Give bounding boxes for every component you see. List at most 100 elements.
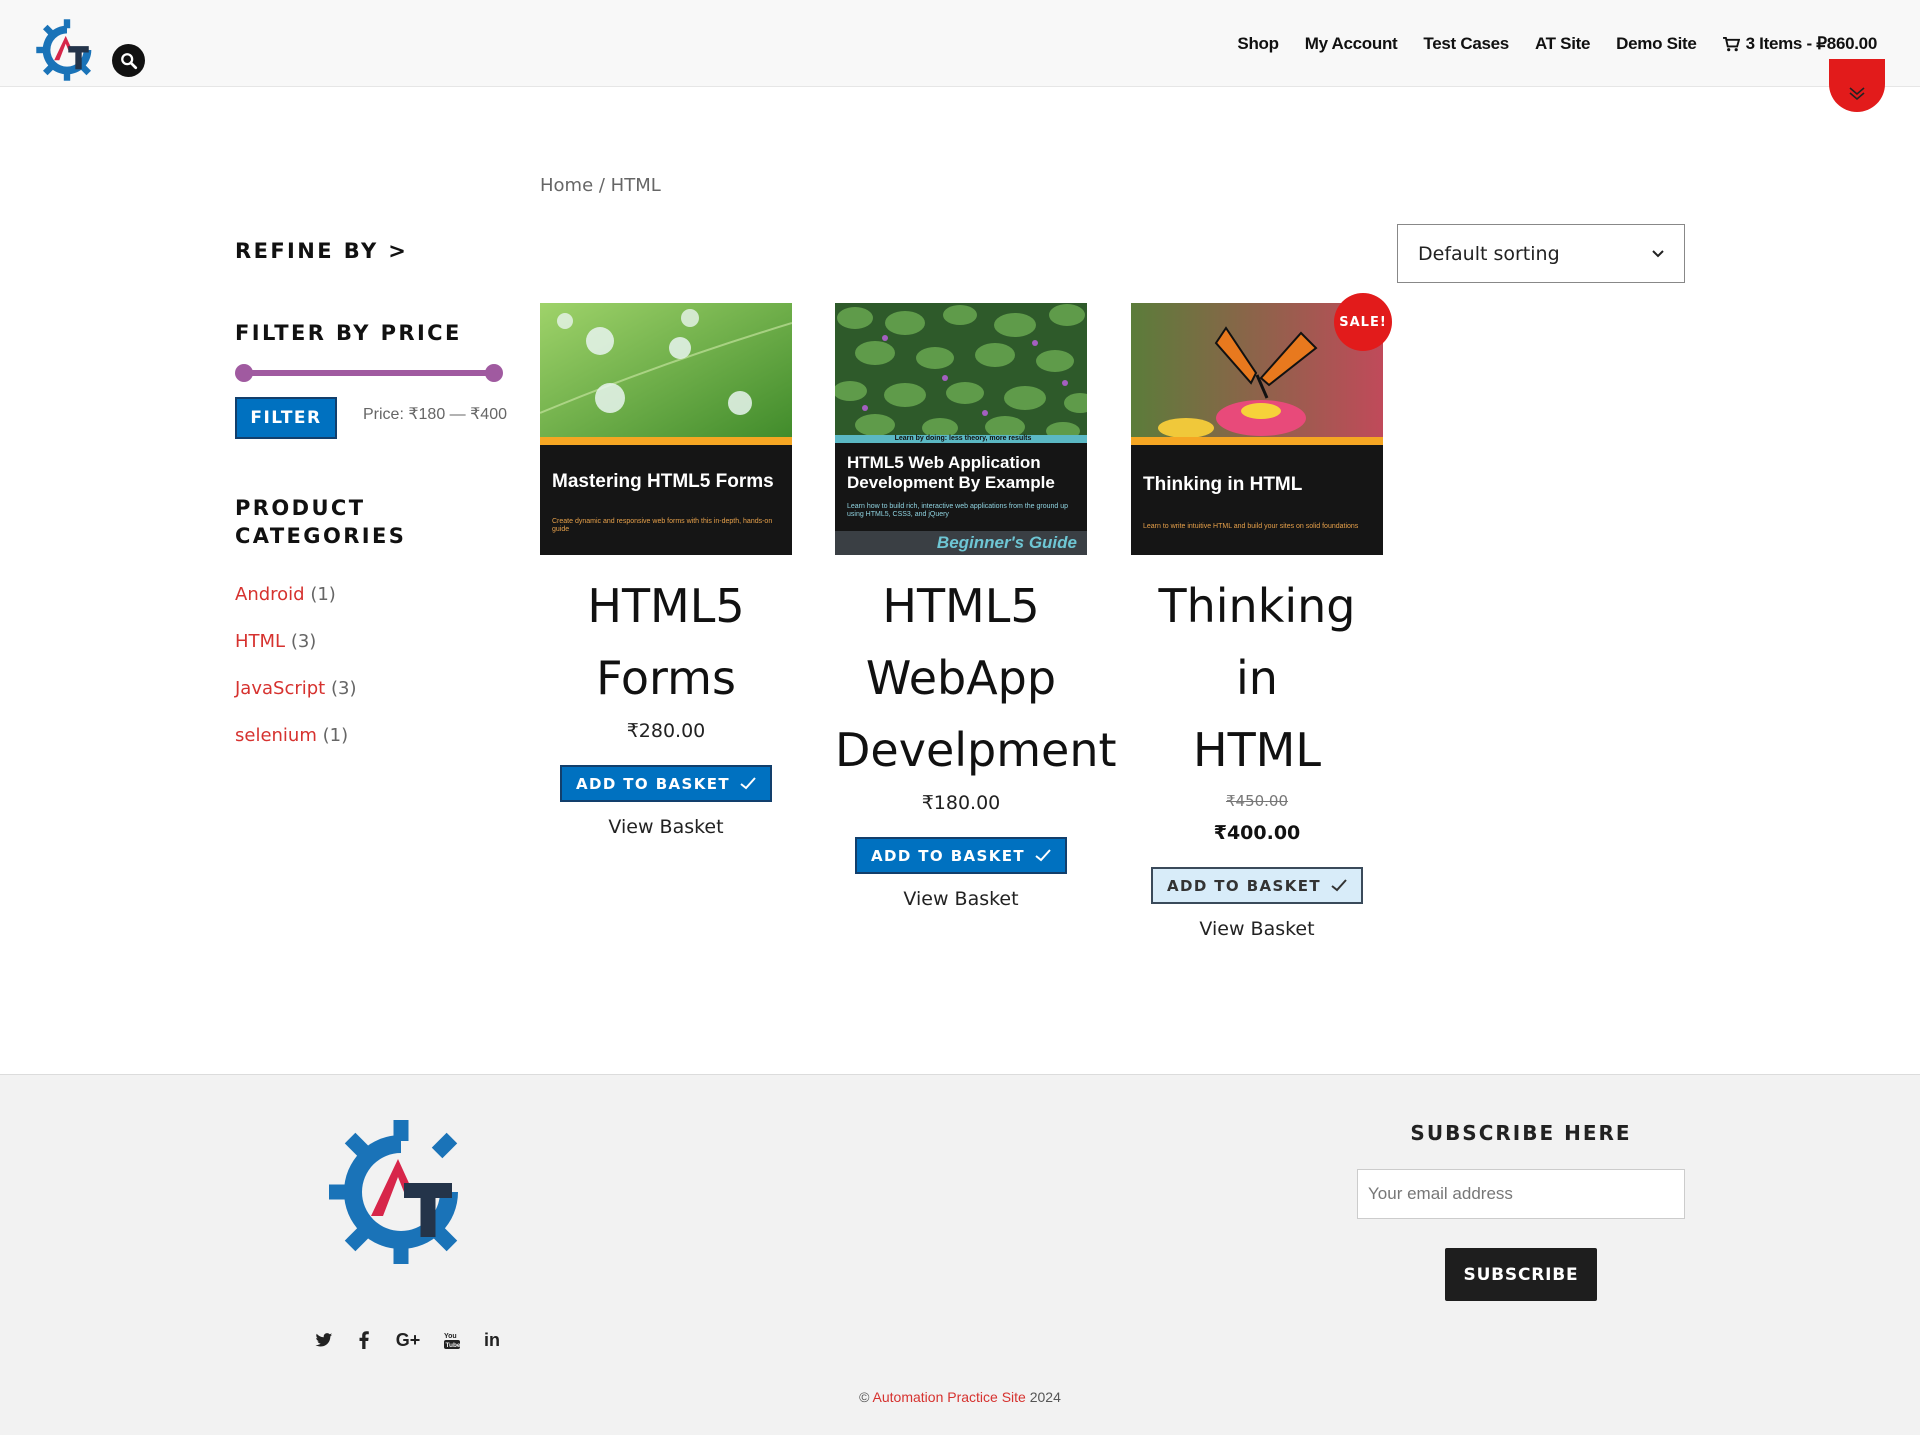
add-to-basket-label: ADD TO BASKET [870, 846, 1026, 865]
twitter-icon[interactable] [314, 1329, 334, 1351]
nav-test-cases[interactable]: Test Cases [1423, 34, 1509, 54]
product-price: ₹180.00 [921, 792, 1001, 814]
search-icon [120, 52, 137, 69]
list-item: selenium (1) [235, 724, 356, 771]
cover-title: HTML5 Web Application Development By Exa… [847, 453, 1055, 492]
refine-by-heading: REFINE BY > [235, 239, 409, 263]
product-card-html5-forms: Mastering HTML5 Forms Create dynamic and… [540, 303, 792, 838]
cover-subtitle: Create dynamic and responsive web forms … [552, 518, 773, 533]
nav-my-account[interactable]: My Account [1305, 34, 1398, 54]
view-basket-link[interactable]: View Basket [540, 816, 792, 838]
price-slider-min-handle[interactable] [235, 364, 253, 382]
scroll-down-button[interactable] [1829, 59, 1885, 112]
product-title-line: HTML5 [587, 579, 745, 633]
view-basket-link[interactable]: View Basket [835, 888, 1087, 910]
breadcrumb[interactable]: Home / HTML [540, 175, 661, 196]
product-image-html5-forms[interactable]: Mastering HTML5 Forms Create dynamic and… [540, 303, 792, 555]
cover-subtitle: Learn to write intuitive HTML and build … [1143, 523, 1359, 530]
chevron-double-down-icon [1849, 87, 1865, 101]
category-link-android[interactable]: Android [235, 584, 305, 605]
category-count: (3) [330, 678, 357, 699]
cover-title: Mastering HTML5 Forms [552, 471, 774, 492]
category-link-javascript[interactable]: JavaScript [235, 678, 325, 699]
filter-button[interactable]: FILTER [235, 397, 337, 439]
nav-at-site[interactable]: AT Site [1535, 34, 1591, 54]
product-title-line: Develpment [835, 723, 1117, 777]
price-range-label: Price: ₹180 — ₹400 [363, 406, 507, 423]
sale-badge: SALE! [1334, 293, 1392, 351]
add-to-basket-label: ADD TO BASKET [575, 774, 731, 793]
list-item: Android (1) [235, 583, 356, 630]
product-sale-price: ₹400.00 [1213, 822, 1301, 844]
search-button[interactable] [112, 44, 145, 77]
cover-art-leaf [540, 303, 792, 443]
copyright-year: 2024 [1029, 1389, 1061, 1405]
category-link-html[interactable]: HTML [235, 631, 285, 652]
product-title[interactable]: HTML5 WebApp Develpment [835, 570, 1117, 786]
category-list: Android (1) HTML (3) JavaScript (3) sele… [235, 583, 356, 771]
product-price: ₹280.00 [626, 720, 706, 742]
product-categories-heading: PRODUCT CATEGORIES [235, 494, 406, 550]
cover-title: Thinking in HTML [1143, 474, 1303, 495]
svg-text:Tube: Tube [446, 1342, 461, 1349]
view-basket-link[interactable]: View Basket [1131, 918, 1383, 940]
cart-icon [1722, 36, 1740, 51]
sorting-select[interactable]: Default sorting [1397, 224, 1685, 283]
cart-link[interactable]: 3 Items - ₽860.00 [1722, 34, 1878, 54]
sorting-selected-value: Default sorting [1418, 242, 1560, 265]
price-slider-track[interactable] [243, 370, 493, 376]
product-old-price: ₹450.00 [1225, 792, 1289, 810]
subscribe-button[interactable]: SUBSCRIBE [1445, 1248, 1597, 1301]
main-nav: Shop My Account Test Cases AT Site Demo … [1237, 34, 1877, 54]
email-field[interactable] [1357, 1169, 1685, 1219]
product-title-line: HTML [1192, 723, 1321, 777]
google-plus-icon[interactable]: G+ [394, 1329, 422, 1351]
linkedin-icon[interactable]: in [482, 1329, 502, 1351]
cover-top-text: Learn by doing: less theory, more result… [894, 435, 1032, 442]
list-item: JavaScript (3) [235, 677, 356, 724]
product-title[interactable]: Thinking in HTML [1131, 570, 1383, 786]
filter-by-price-heading: FILTER BY PRICE [235, 321, 462, 345]
product-card-thinking-in-html: Thinking in HTML Learn to write intuitiv… [1131, 303, 1383, 940]
product-title-line: HTML5 [882, 579, 1040, 633]
category-count: (1) [322, 725, 349, 746]
check-icon [1035, 849, 1051, 862]
site-logo[interactable] [35, 18, 99, 82]
cover-band [1131, 437, 1383, 445]
cover-art-lilypads [835, 303, 1087, 435]
nav-shop[interactable]: Shop [1237, 34, 1279, 54]
copyright-site-link[interactable]: Automation Practice Site [873, 1389, 1026, 1405]
price-slider-max-handle[interactable] [485, 364, 503, 382]
list-item: HTML (3) [235, 630, 356, 677]
category-count: (3) [290, 631, 317, 652]
check-icon [740, 777, 756, 790]
footer-logo[interactable] [326, 1117, 476, 1267]
social-links: G+ You Tube in [314, 1329, 502, 1351]
product-title[interactable]: HTML5 Forms [540, 570, 792, 714]
add-to-basket-button[interactable]: ADD TO BASKET [1150, 867, 1364, 904]
copyright-symbol: © [859, 1389, 870, 1405]
copyright: © Automation Practice Site 2024 [0, 1389, 1920, 1405]
add-to-basket-button[interactable]: ADD TO BASKET [854, 837, 1068, 874]
cover-band [540, 437, 792, 445]
category-link-selenium[interactable]: selenium [235, 725, 317, 746]
facebook-icon[interactable] [354, 1329, 374, 1351]
add-to-basket-label: ADD TO BASKET [1166, 876, 1322, 895]
product-categories-heading-line1: PRODUCT [235, 496, 366, 520]
subscribe-heading: SUBSCRIBE HERE [1410, 1121, 1632, 1145]
nav-demo-site[interactable]: Demo Site [1616, 34, 1697, 54]
category-count: (1) [310, 584, 336, 605]
check-icon [1331, 879, 1347, 892]
chevron-down-icon [1652, 249, 1664, 257]
product-image-html5-webapp[interactable]: Learn by doing: less theory, more result… [835, 303, 1087, 555]
product-title-line: Thinking in [1158, 579, 1356, 705]
cart-label: 3 Items - ₽860.00 [1745, 34, 1878, 53]
cover-series-label: Beginner's Guide [835, 531, 1087, 555]
site-header: Shop My Account Test Cases AT Site Demo … [0, 0, 1920, 87]
product-title-line: Forms [596, 651, 736, 705]
product-title-line: WebApp [865, 651, 1057, 705]
youtube-icon[interactable]: You Tube [442, 1329, 462, 1351]
add-to-basket-button[interactable]: ADD TO BASKET [559, 765, 773, 802]
cover-subtitle: Learn how to build rich, interactive web… [847, 503, 1069, 518]
product-categories-heading-line2: CATEGORIES [235, 524, 407, 548]
